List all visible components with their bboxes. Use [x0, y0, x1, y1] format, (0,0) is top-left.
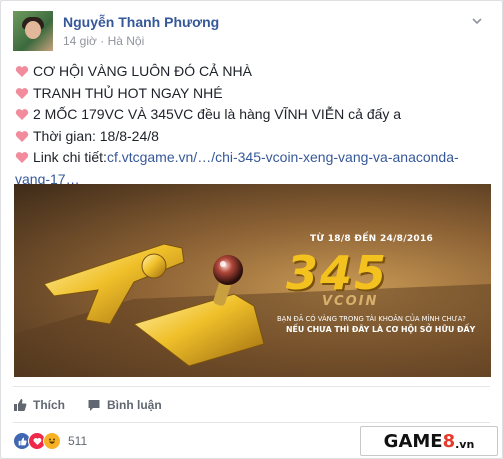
- haha-icon: [43, 432, 61, 450]
- thumbs-up-icon: [14, 399, 27, 411]
- post-header: Nguyễn Thanh Phương 14 giờ · Hà Nội: [13, 11, 483, 53]
- promo-banner-image[interactable]: TỪ 18/8 ĐẾN 24/8/2016 345 VCOIN BẠN ĐÃ C…: [14, 184, 491, 377]
- heart-icon: [15, 130, 29, 142]
- game8-watermark-logo: GAME 8 .vn: [360, 426, 498, 456]
- banner-question: BẠN ĐÃ CÓ VÀNG TRONG TÀI KHOẢN CỦA MÌNH …: [277, 315, 466, 323]
- post-body: CƠ HỘI VÀNG LUÔN ĐÓ CẢ NHÀ TRANH THỦ HOT…: [15, 61, 485, 190]
- divider: [13, 386, 490, 387]
- comment-icon: [88, 400, 100, 411]
- watermark-part1: GAME: [383, 430, 443, 452]
- watermark-part2: 8: [442, 430, 456, 452]
- ruby-orb: [213, 255, 243, 285]
- post-line: Link chi tiết: cf.vtcgame.vn/…/chi-345-v…: [15, 147, 485, 169]
- post-line: 2 MỐC 179VC VÀ 345VC đều là hàng VĨNH VI…: [15, 104, 485, 126]
- reaction-count: 511: [68, 434, 88, 448]
- post-line-text: 2 MỐC 179VC VÀ 345VC đều là hàng VĨNH VI…: [33, 106, 402, 122]
- divider: [13, 422, 490, 423]
- heart-icon: [15, 152, 29, 164]
- post-line: CƠ HỘI VÀNG LUÔN ĐÓ CẢ NHÀ: [15, 61, 485, 83]
- heart-icon: [15, 87, 29, 99]
- watermark-part3: .vn: [455, 437, 475, 451]
- post-line-text: Thời gian: 18/8-24/8: [33, 127, 159, 144]
- heart-icon: [15, 109, 29, 121]
- heart-icon: [15, 66, 29, 78]
- banner-big-number: 345: [286, 246, 389, 300]
- post-line: TRANH THỦ HOT NGAY NHÉ: [15, 83, 485, 105]
- post-location[interactable]: Hà Nội: [108, 34, 145, 48]
- chevron-down-icon[interactable]: [471, 15, 483, 27]
- like-label: Thích: [33, 398, 65, 412]
- post-meta: 14 giờ · Hà Nội: [63, 34, 144, 48]
- post-link[interactable]: cf.vtcgame.vn/…/chi-345-vcoin-xeng-vang-…: [107, 147, 459, 169]
- comment-button[interactable]: Bình luận: [87, 394, 162, 416]
- banner-date: TỪ 18/8 ĐẾN 24/8/2016: [310, 234, 434, 244]
- action-bar: Thích Bình luận: [13, 394, 162, 416]
- avatar[interactable]: [13, 11, 53, 51]
- banner-artwork: [14, 243, 491, 377]
- reaction-summary[interactable]: 511: [13, 432, 87, 450]
- post-line: Thời gian: 18/8-24/8: [15, 126, 485, 148]
- author-name[interactable]: Nguyễn Thanh Phương: [63, 14, 219, 30]
- like-button[interactable]: Thích: [13, 394, 65, 416]
- post-time[interactable]: 14 giờ: [63, 34, 97, 48]
- meta-separator: ·: [100, 34, 105, 48]
- post-line-text: CƠ HỘI VÀNG LUÔN ĐÓ CẢ NHÀ: [33, 63, 252, 79]
- comment-label: Bình luận: [107, 398, 162, 412]
- banner-unit: VCOIN: [322, 294, 379, 309]
- post-card: Nguyễn Thanh Phương 14 giờ · Hà Nội CƠ H…: [0, 0, 503, 459]
- banner-answer: NẾU CHƯA THÌ ĐÂY LÀ CƠ HỘI SỞ HỮU ĐẤY: [286, 325, 476, 334]
- post-line-text: TRANH THỦ HOT NGAY NHÉ: [33, 84, 223, 101]
- link-label: Link chi tiết:: [33, 149, 107, 165]
